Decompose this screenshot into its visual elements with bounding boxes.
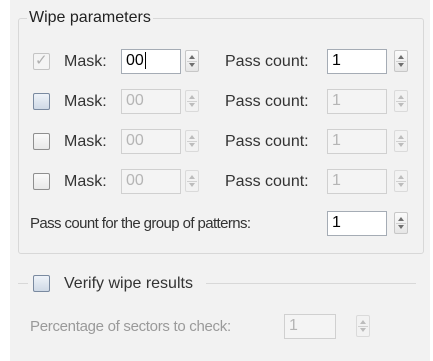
verify-row: Verify wipe results	[33, 270, 423, 298]
mask-2-spinner[interactable]	[185, 90, 199, 112]
group-pass-count-label: Pass count for the group of patterns:	[30, 215, 251, 232]
percentage-spinner[interactable]	[356, 315, 370, 337]
mask-4-label: Mask:	[64, 173, 107, 190]
pattern-row-3: Mask: 00 Pass count: 1	[33, 128, 423, 156]
pass-count-3-input[interactable]: 1	[327, 129, 387, 154]
pass-count-1-spinner[interactable]	[394, 50, 408, 72]
pattern-1-checkbox[interactable]: ✓	[33, 52, 50, 70]
pass-count-2-label: Pass count:	[225, 93, 309, 110]
pattern-row-1: ✓ Mask: 00 Pass count: 1	[33, 48, 423, 76]
wipe-parameters-title: Wipe parameters	[27, 9, 153, 27]
pass-count-3-spinner[interactable]	[394, 130, 408, 152]
pass-count-4-input[interactable]: 1	[327, 169, 387, 194]
pattern-row-2: Mask: 00 Pass count: 1	[33, 88, 423, 116]
verify-wipe-label[interactable]: Verify wipe results	[64, 274, 193, 294]
mask-4-spinner[interactable]	[185, 170, 199, 192]
percentage-input[interactable]: 1	[284, 314, 336, 339]
percentage-label: Percentage of sectors to check:	[30, 318, 231, 335]
mask-1-label: Mask:	[64, 53, 107, 70]
mask-3-spinner[interactable]	[185, 130, 199, 152]
pass-count-1-label: Pass count:	[225, 53, 309, 70]
pass-count-3-label: Pass count:	[225, 133, 309, 150]
mask-4-input[interactable]: 00	[121, 169, 181, 194]
pattern-3-checkbox[interactable]	[33, 133, 50, 150]
check-icon: ✓	[35, 52, 48, 69]
group-pass-count-input[interactable]: 1	[327, 211, 387, 236]
percentage-row: Percentage of sectors to check: 1	[30, 313, 420, 341]
group-pass-count-spinner[interactable]	[394, 212, 408, 234]
mask-3-input[interactable]: 00	[121, 129, 181, 154]
pass-count-2-spinner[interactable]	[394, 90, 408, 112]
pass-count-4-label: Pass count:	[225, 173, 309, 190]
mask-1-spinner[interactable]	[185, 50, 199, 72]
mask-2-label: Mask:	[64, 93, 107, 110]
pass-count-4-spinner[interactable]	[394, 170, 408, 192]
mask-2-input[interactable]: 00	[121, 89, 181, 114]
mask-1-input[interactable]: 00	[121, 49, 181, 74]
group-pass-count-row: Pass count for the group of patterns: 1	[30, 210, 420, 238]
pattern-4-checkbox[interactable]	[33, 173, 50, 190]
verify-separator-left	[18, 283, 28, 284]
verify-wipe-checkbox[interactable]	[33, 275, 50, 292]
pattern-row-4: Mask: 00 Pass count: 1	[33, 168, 423, 196]
mask-3-label: Mask:	[64, 133, 107, 150]
pattern-2-checkbox[interactable]	[33, 93, 50, 110]
pass-count-1-input[interactable]: 1	[327, 49, 387, 74]
pass-count-2-input[interactable]: 1	[327, 89, 387, 114]
